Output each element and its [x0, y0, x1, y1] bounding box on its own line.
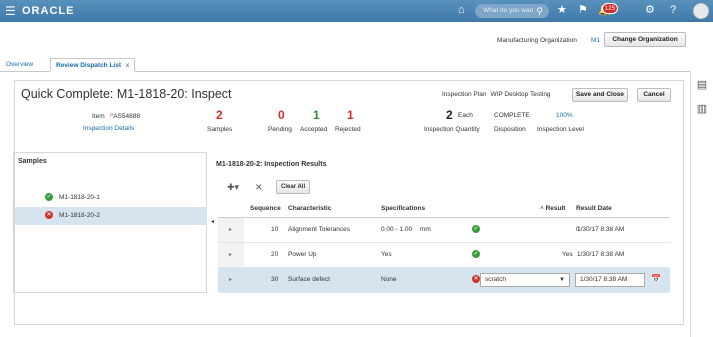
spec-cell: Yes — [381, 251, 392, 258]
right-rail: ▤ ▥ — [690, 72, 713, 337]
table-row-selected[interactable]: ▸ 30 Surface defect None ✕ scratch ▼ 1/3… — [218, 268, 670, 293]
org-label: Manufacturing Organization — [497, 37, 577, 44]
delete-x-icon[interactable]: ✕ — [255, 182, 263, 193]
inspection-level-label: Inspection Level — [537, 126, 584, 133]
oracle-logo: ORACLE — [22, 5, 75, 17]
result-date-input[interactable]: 1/30/17 8:38 AM — [575, 273, 645, 287]
inspection-quantity-label: Inspection Quantity — [424, 126, 480, 133]
tab-bar: Overview Review Dispatch List x — [0, 56, 690, 72]
item-field: Item ᴾAS54888 — [92, 113, 140, 120]
sample-row-2[interactable]: ✕ M1-1818-20-2 — [15, 207, 207, 225]
panel-splitter-handle[interactable]: ◂ — [211, 218, 215, 228]
col-result-label: Result — [545, 205, 566, 212]
item-label: Item — [92, 113, 105, 120]
dropdown-arrow-icon[interactable]: ▼ — [559, 274, 565, 286]
result-select-value: scratch — [485, 276, 506, 283]
help-icon[interactable]: ? — [670, 4, 676, 16]
samples-title: Samples — [18, 158, 47, 165]
tab-label: Review Dispatch List — [56, 62, 122, 69]
result-cell: Yes — [562, 251, 573, 258]
inspection-plan-value: WIP Desktop Testing — [490, 91, 551, 98]
organization-bar: Manufacturing Organization M1 Change Org… — [0, 22, 690, 52]
flag-icon[interactable]: ⚑ — [578, 4, 588, 16]
samples-panel: Samples ✓ M1-1818-20-1 ✕ M1-1818-20-2 — [13, 152, 207, 293]
search-placeholder: What do you wan — [483, 7, 534, 14]
results-title: M1-1818-20-2: Inspection Results — [216, 161, 327, 168]
search-icon[interactable]: ⚲ — [536, 6, 543, 17]
table-row[interactable]: ▸ 20 Power Up Yes ✓ Yes 1/30/17 8:38 AM — [218, 243, 670, 268]
col-result[interactable]: ˄ Result — [540, 205, 565, 212]
org-value: M1 — [591, 37, 601, 44]
analytics-icon[interactable]: ▥ — [695, 102, 709, 116]
sample-name: M1-1818-20-2 — [59, 212, 100, 219]
global-header: ☰ ORACLE ⌂ What do you wan ⚲ ★ ⚑ 🔔 125 ⚙… — [0, 0, 713, 22]
fail-x-icon: ✕ — [472, 275, 480, 283]
sequence-cell: 30 — [271, 276, 279, 283]
result-date-cell: 1/30/17 8:38 AM — [577, 226, 625, 233]
save-and-close-button[interactable]: Save and Close — [572, 88, 628, 102]
favorites-star-icon[interactable]: ★ — [557, 4, 567, 16]
change-organization-button[interactable]: Change Organization — [604, 32, 686, 47]
pass-check-icon: ✓ — [472, 225, 480, 233]
table-row[interactable]: ▸ 10 Alignment Tolerances 0.00 - 1.00 mm… — [218, 218, 670, 243]
sample-name: M1-1818-20-1 — [59, 194, 100, 201]
menu-icon[interactable]: ☰ — [5, 5, 16, 17]
tab-review-dispatch-list[interactable]: Review Dispatch List x — [50, 58, 136, 72]
accepted-label: Accepted — [300, 126, 328, 133]
col-specifications[interactable]: Specifications — [381, 205, 425, 212]
sequence-cell: 10 — [271, 226, 279, 233]
page-title: Quick Complete: M1-1818-20: Inspect — [21, 87, 232, 101]
inspection-plan: Inspection Plan WIP Desktop Testing — [442, 91, 551, 98]
cancel-button[interactable]: Cancel — [637, 88, 671, 102]
disposition-value: COMPLETE — [494, 112, 530, 119]
rejected-x-icon: ✕ — [45, 211, 53, 220]
spec-cell: 0.00 - 1.00 — [381, 226, 413, 233]
disposition-label: Disposition — [494, 126, 526, 133]
accepted-check-icon: ✓ — [45, 193, 53, 202]
pending-label: Pending — [268, 126, 292, 133]
tab-overview[interactable]: Overview — [6, 58, 33, 72]
pending-count: 0 — [278, 108, 285, 122]
result-date-value: 1/30/17 8:38 AM — [580, 276, 628, 283]
expand-row-icon[interactable]: ▸ — [229, 251, 232, 258]
close-tab-icon[interactable]: x — [126, 62, 129, 69]
search-input[interactable]: What do you wan ⚲ — [475, 4, 549, 18]
col-result-date[interactable]: Result Date — [576, 205, 612, 212]
samples-label: Samples — [207, 126, 233, 133]
inspection-quantity-value: 2 — [446, 108, 453, 122]
clear-all-button[interactable]: Clear All — [276, 180, 311, 194]
result-select[interactable]: scratch ▼ — [480, 273, 570, 287]
spec-cell: None — [381, 276, 397, 283]
uom-cell: mm — [420, 226, 431, 233]
document-icon[interactable]: ▤ — [695, 78, 709, 92]
rejected-label: Rejected — [335, 126, 361, 133]
calendar-icon[interactable]: 📅 — [651, 274, 661, 283]
home-icon[interactable]: ⌂ — [458, 4, 465, 16]
sequence-cell: 20 — [271, 251, 279, 258]
characteristic-cell: Alignment Tolerances — [288, 226, 351, 233]
inspection-level-value: 100% — [556, 112, 573, 119]
col-characteristic[interactable]: Characteristic — [288, 205, 331, 212]
notification-count-badge: 125 — [602, 3, 618, 14]
add-icon[interactable]: ✚▾ — [227, 182, 239, 193]
accepted-count: 1 — [313, 108, 320, 122]
inspection-plan-label: Inspection Plan — [442, 91, 487, 98]
samples-count: 2 — [216, 108, 223, 122]
pass-check-icon: ✓ — [472, 250, 480, 258]
result-date-cell: 1/30/17 8:38 AM — [577, 251, 625, 258]
inspection-details-link[interactable]: Inspection Details — [83, 125, 134, 132]
settings-gear-icon[interactable]: ⚙ — [645, 4, 655, 16]
user-avatar[interactable] — [693, 3, 709, 19]
expand-row-icon[interactable]: ▸ — [229, 276, 232, 283]
inspection-quantity-uom: Each — [458, 112, 473, 119]
expand-row-icon[interactable]: ▸ — [229, 226, 232, 233]
item-value: AS54888 — [113, 113, 140, 120]
characteristic-cell: Power Up — [288, 251, 317, 258]
rejected-count: 1 — [347, 108, 354, 122]
sample-row-1[interactable]: ✓ M1-1818-20-1 — [15, 189, 207, 207]
col-sequence[interactable]: Sequence — [250, 205, 281, 212]
characteristic-cell: Surface defect — [288, 276, 330, 283]
